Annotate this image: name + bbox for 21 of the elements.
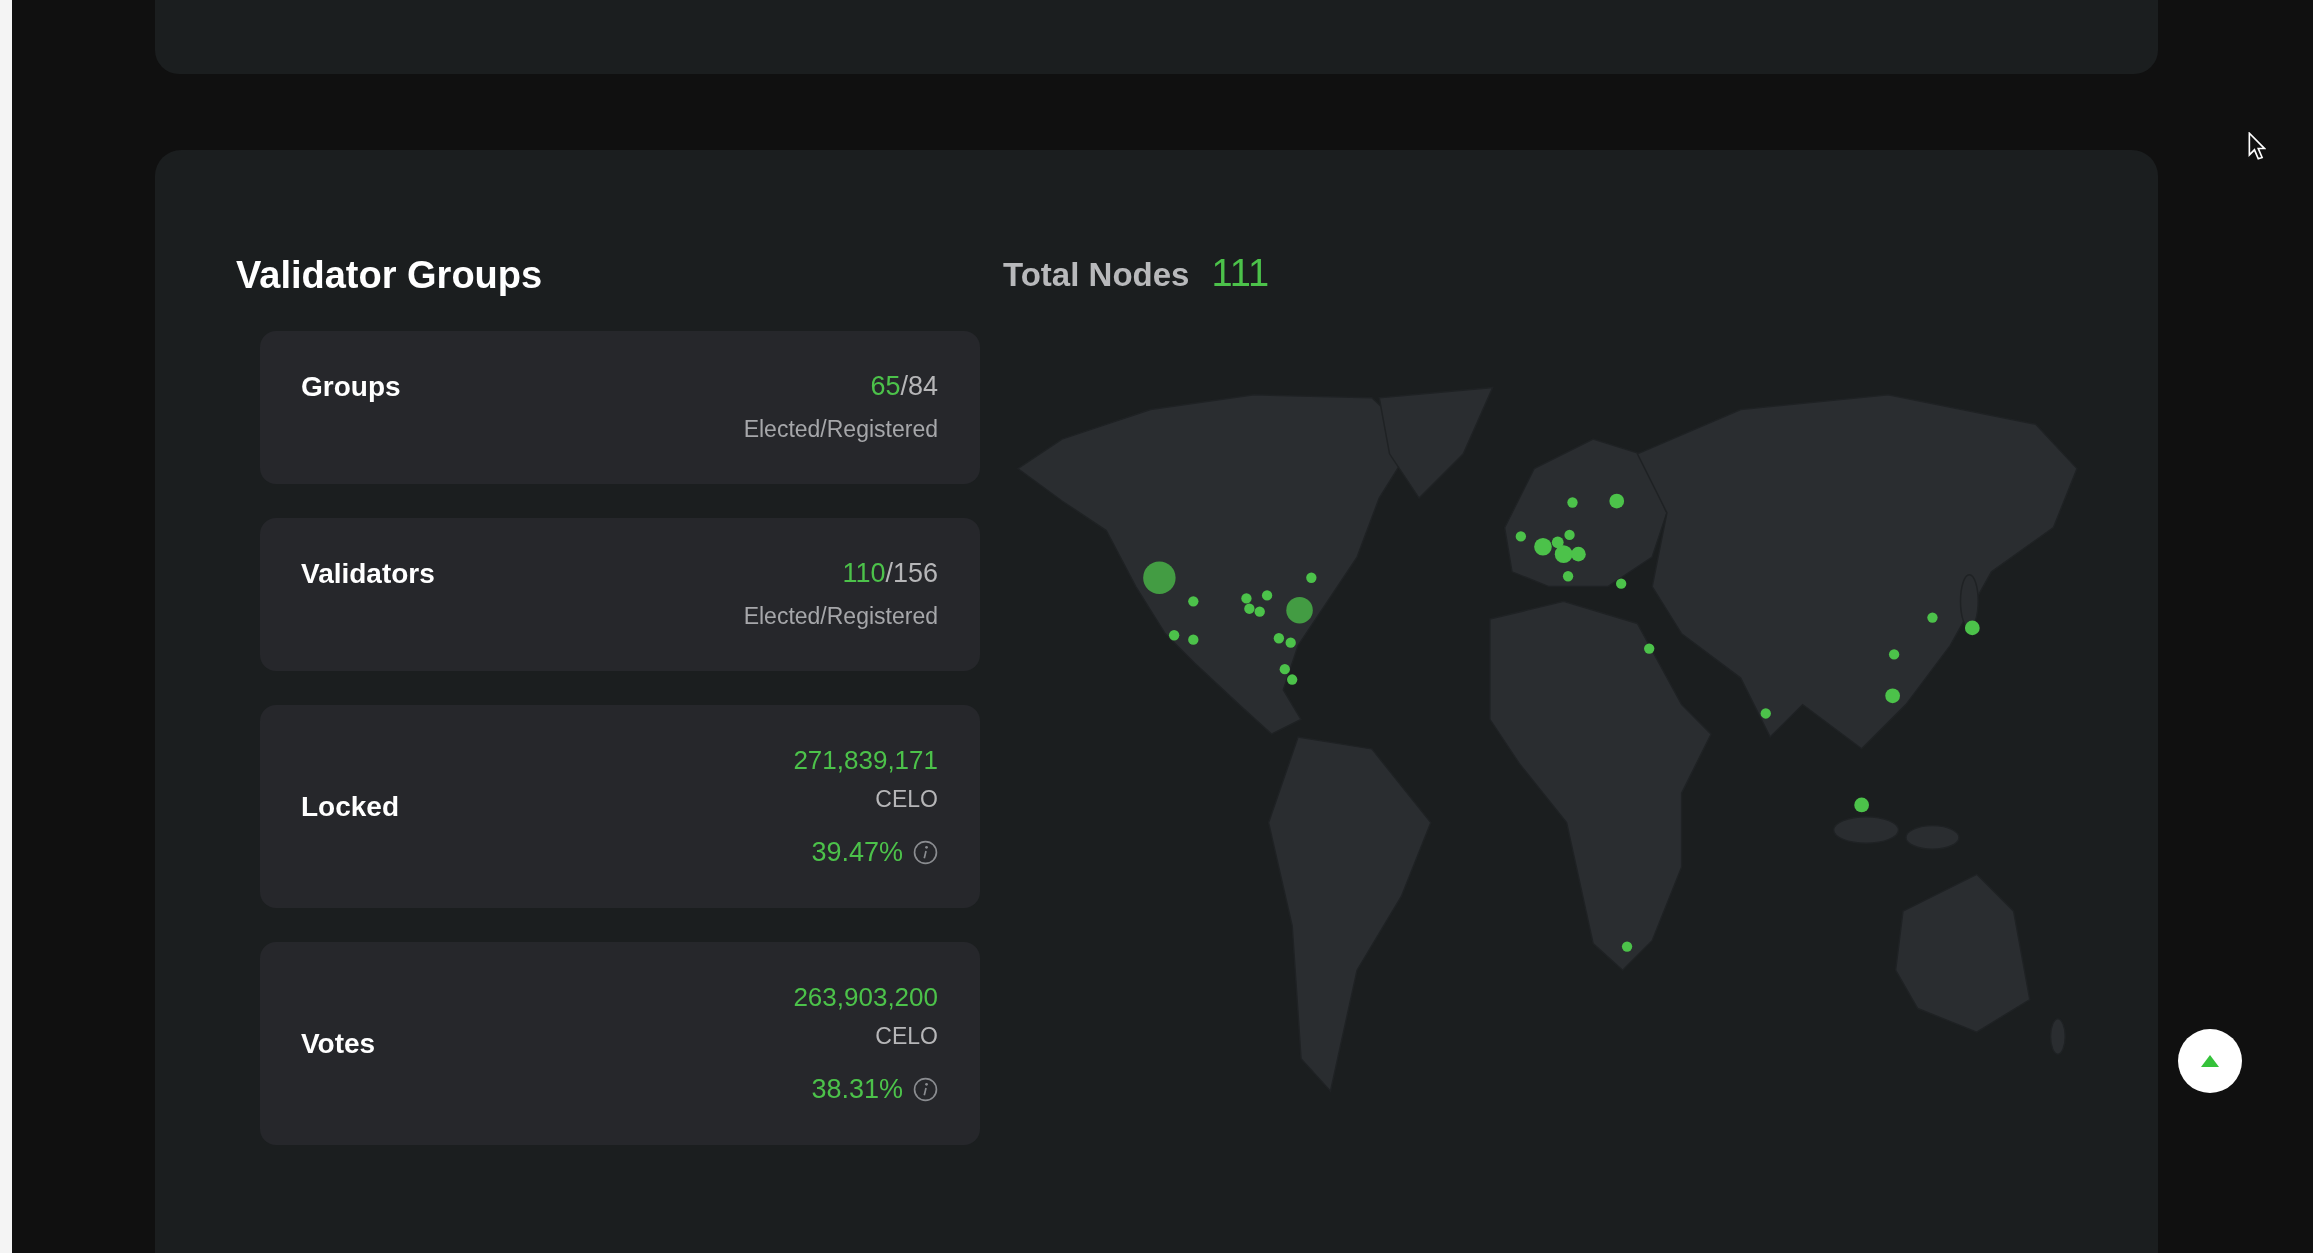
- stat-ratio: 65/84: [870, 371, 938, 402]
- total-nodes-label: Total Nodes: [1003, 256, 1190, 294]
- total-nodes-value: 111: [1211, 252, 1270, 295]
- up-triangle-icon: [2200, 1054, 2220, 1068]
- section-title: Validator Groups: [236, 254, 544, 297]
- stat-ratio: 110/156: [842, 558, 938, 589]
- stat-amount: 271,839,171: [793, 745, 938, 776]
- stat-caption: Elected/Registered: [743, 416, 938, 443]
- stat-percent: 39.47%: [811, 837, 903, 868]
- stat-label: Validators: [301, 558, 435, 590]
- info-icon[interactable]: [913, 840, 938, 865]
- stat-percent: 38.31%: [811, 1074, 903, 1105]
- stat-caption: Elected/Registered: [743, 603, 938, 630]
- info-icon[interactable]: [913, 1077, 938, 1102]
- stat-unit: CELO: [875, 786, 938, 813]
- stat-label: Locked: [301, 790, 400, 823]
- stat-unit: CELO: [875, 1023, 938, 1050]
- mouse-pointer-icon: [2248, 132, 2266, 160]
- stat-amount: 263,903,200: [793, 982, 938, 1013]
- stat-label: Groups: [301, 371, 401, 403]
- stat-label: Votes: [301, 1027, 376, 1060]
